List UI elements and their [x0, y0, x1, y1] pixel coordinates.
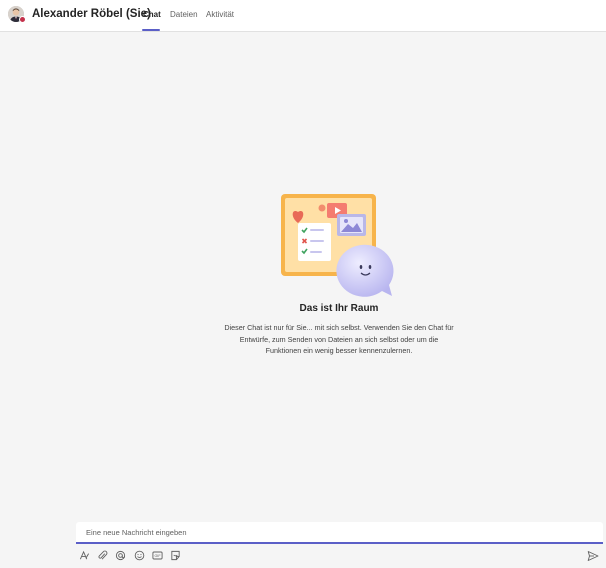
tab-activity[interactable]: Aktivität	[206, 10, 234, 19]
send-icon[interactable]	[587, 549, 599, 561]
sticker-icon[interactable]	[170, 549, 182, 561]
presence-busy-badge	[19, 16, 26, 23]
empty-state-description: Dieser Chat ist nur für Sie... mit sich …	[224, 323, 454, 355]
self-chat-illustration	[281, 194, 394, 297]
svg-text:GIF: GIF	[155, 554, 162, 558]
chat-title: Alexander Röbel (Sie)	[32, 8, 151, 20]
chat-header: Alexander Röbel (Sie) Chat Dateien Aktiv…	[0, 0, 606, 32]
format-icon[interactable]	[78, 549, 90, 561]
tab-chat[interactable]: Chat	[143, 10, 161, 19]
active-tab-indicator	[142, 29, 160, 31]
emoji-icon[interactable]	[133, 549, 145, 561]
composer-toolbar: GIF	[78, 549, 188, 561]
empty-state-title: Das ist Ihr Raum	[299, 303, 379, 314]
message-composer	[76, 522, 603, 544]
attach-icon[interactable]	[96, 549, 108, 561]
loop-icon[interactable]	[115, 549, 127, 561]
gif-icon[interactable]: GIF	[152, 549, 164, 561]
message-input[interactable]	[76, 522, 603, 543]
tab-files[interactable]: Dateien	[170, 10, 198, 19]
